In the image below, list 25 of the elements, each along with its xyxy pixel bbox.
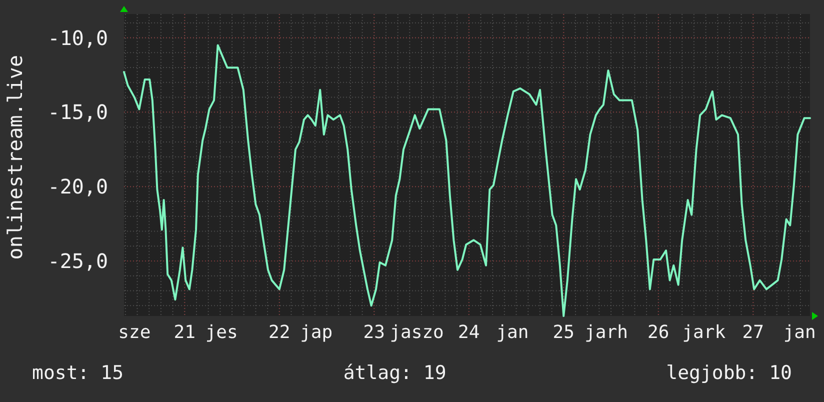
x-tick-label: 24 — [458, 322, 480, 343]
x-tick-label: jan — [783, 322, 816, 343]
x-tick-label: jarh — [584, 322, 628, 343]
stat-text: átlag: 19 — [343, 362, 446, 384]
y-axis-title: onlinestream.live — [3, 54, 27, 260]
x-tick-label: 26 — [648, 322, 670, 343]
y-tick-label: -25,0 — [48, 248, 108, 273]
stat-text: legjobb: 10 — [666, 362, 792, 384]
y-tick-label: -15,0 — [48, 100, 108, 124]
x-tick-label: jes — [205, 322, 238, 343]
x-tick-label: jark — [682, 322, 726, 343]
x-tick-label: jan — [496, 322, 529, 343]
x-tick-label: sze — [118, 322, 151, 343]
x-tick-label: 23 — [363, 322, 385, 343]
axis-arrow-icon — [120, 6, 128, 12]
x-tick-label: jaszo — [390, 322, 444, 343]
y-tick-label: -20,0 — [48, 174, 108, 199]
x-tick-label: 21 — [174, 322, 196, 343]
x-tick-label: 25 — [552, 322, 574, 343]
x-tick-label: jap — [300, 322, 333, 343]
y-tick-label: -10,0 — [48, 26, 108, 50]
x-tick-label: 27 — [742, 322, 764, 343]
axis-arrow-icon — [812, 312, 818, 320]
x-tick-label: 22 — [268, 322, 290, 343]
stat-text: most: 15 — [32, 362, 124, 384]
